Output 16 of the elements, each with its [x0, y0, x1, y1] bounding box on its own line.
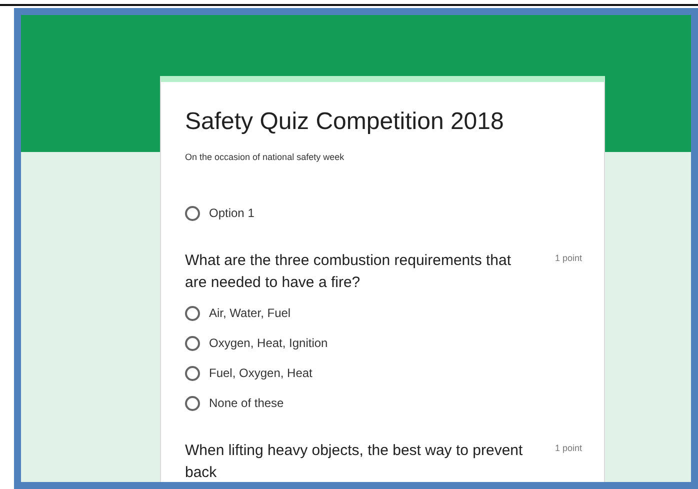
option-label[interactable]: None of these	[209, 396, 284, 410]
form-description: On the occasion of national safety week	[185, 152, 346, 162]
question-title: What are the three combustion requirements that are needed to have a fire?	[185, 251, 512, 293]
question-points: 1 point	[554, 442, 582, 453]
option-label[interactable]: Option 1	[209, 206, 254, 220]
option-label[interactable]: Oxygen, Heat, Ignition	[209, 336, 328, 350]
option-label[interactable]: Fuel, Oxygen, Heat	[209, 366, 312, 380]
radio-button[interactable]	[185, 366, 200, 380]
radio-button[interactable]	[185, 396, 200, 410]
question-points: 1 point	[554, 252, 582, 263]
radio-button[interactable]	[185, 336, 200, 350]
question-title: When lifting heavy objects, the best way to prevent back	[185, 441, 524, 482]
option-label[interactable]: Air, Water, Fuel	[209, 306, 291, 320]
radio-button[interactable]	[185, 306, 200, 320]
form-title: Safety Quiz Competition 2018	[185, 107, 505, 137]
radio-button[interactable]	[185, 206, 200, 220]
